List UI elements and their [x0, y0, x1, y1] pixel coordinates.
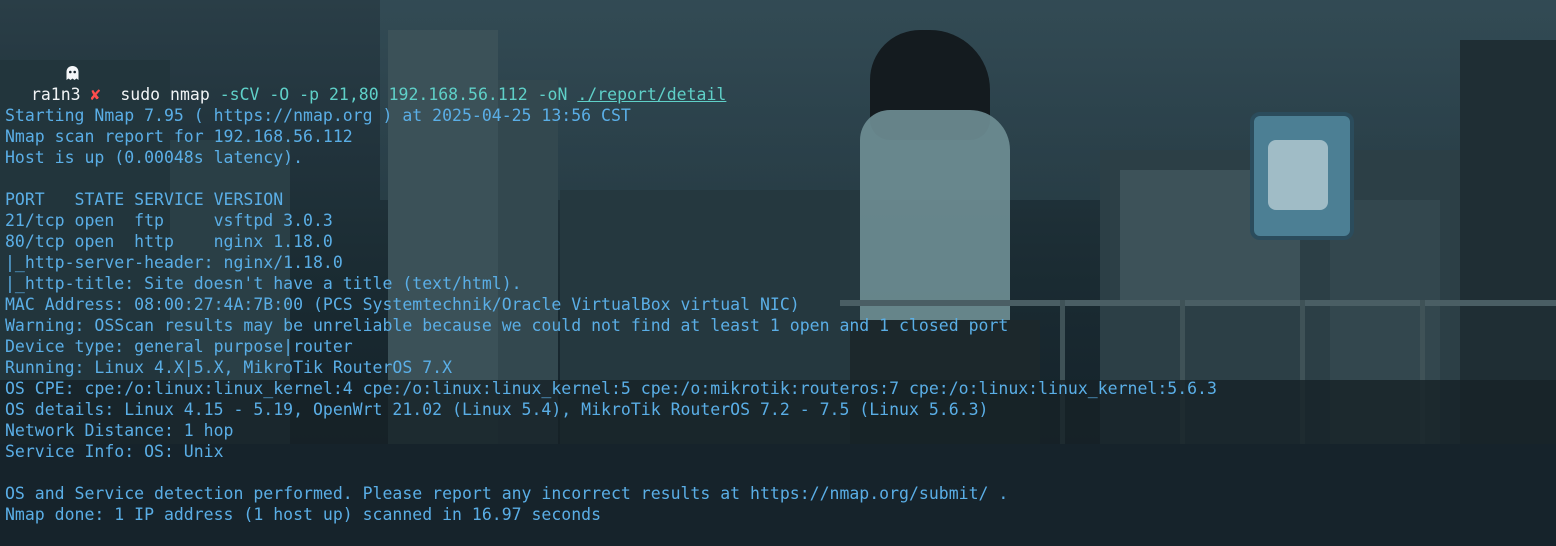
output-line: Running: Linux 4.X|5.X, MikroTik RouterO… — [5, 358, 453, 377]
output-line: 21/tcp open ftp vsftpd 3.0.3 — [5, 211, 333, 230]
output-line: Nmap scan report for 192.168.56.112 — [5, 127, 353, 146]
output-line: OS and Service detection performed. Plea… — [5, 484, 1009, 503]
output-line: OS details: Linux 4.15 - 5.19, OpenWrt 2… — [5, 400, 989, 419]
output-line: MAC Address: 08:00:27:4A:7B:00 (PCS Syst… — [5, 295, 800, 314]
output-line: Network Distance: 1 hop — [5, 421, 234, 440]
output-line: Host is up (0.00048s latency). — [5, 148, 304, 167]
output-line: |_http-server-header: nginx/1.18.0 — [5, 253, 343, 272]
output-line: Device type: general purpose|router — [5, 337, 353, 356]
terminal-output[interactable]: ra1n3 ✘ sudo nmap -sCV -O -p 21,80 192.1… — [5, 0, 1551, 546]
cross-icon: ✘ — [90, 85, 101, 104]
output-line: 80/tcp open http nginx 1.18.0 — [5, 232, 333, 251]
output-path-link[interactable]: ./report/detail — [577, 85, 726, 104]
output-line: Starting Nmap 7.95 ( https://nmap.org ) … — [5, 106, 631, 125]
output-line: OS CPE: cpe:/o:linux:linux_kernel:4 cpe:… — [5, 379, 1217, 398]
prompt-command: sudo nmap — [120, 85, 210, 104]
scan-output: Starting Nmap 7.95 ( https://nmap.org ) … — [5, 105, 1551, 525]
prompt-arguments: -sCV -O -p 21,80 192.168.56.112 -oN — [219, 85, 568, 104]
output-line: |_http-title: Site doesn't have a title … — [5, 274, 522, 293]
output-line: Service Info: OS: Unix — [5, 442, 224, 461]
output-line: PORT STATE SERVICE VERSION — [5, 190, 284, 209]
output-line: Nmap done: 1 IP address (1 host up) scan… — [5, 505, 602, 524]
ghost-icon — [5, 42, 79, 105]
output-line: Warning: OSScan results may be unreliabl… — [5, 316, 1009, 335]
prompt-user: ra1n3 — [30, 85, 81, 104]
prompt-line[interactable]: ra1n3 ✘ sudo nmap -sCV -O -p 21,80 192.1… — [5, 42, 1551, 104]
